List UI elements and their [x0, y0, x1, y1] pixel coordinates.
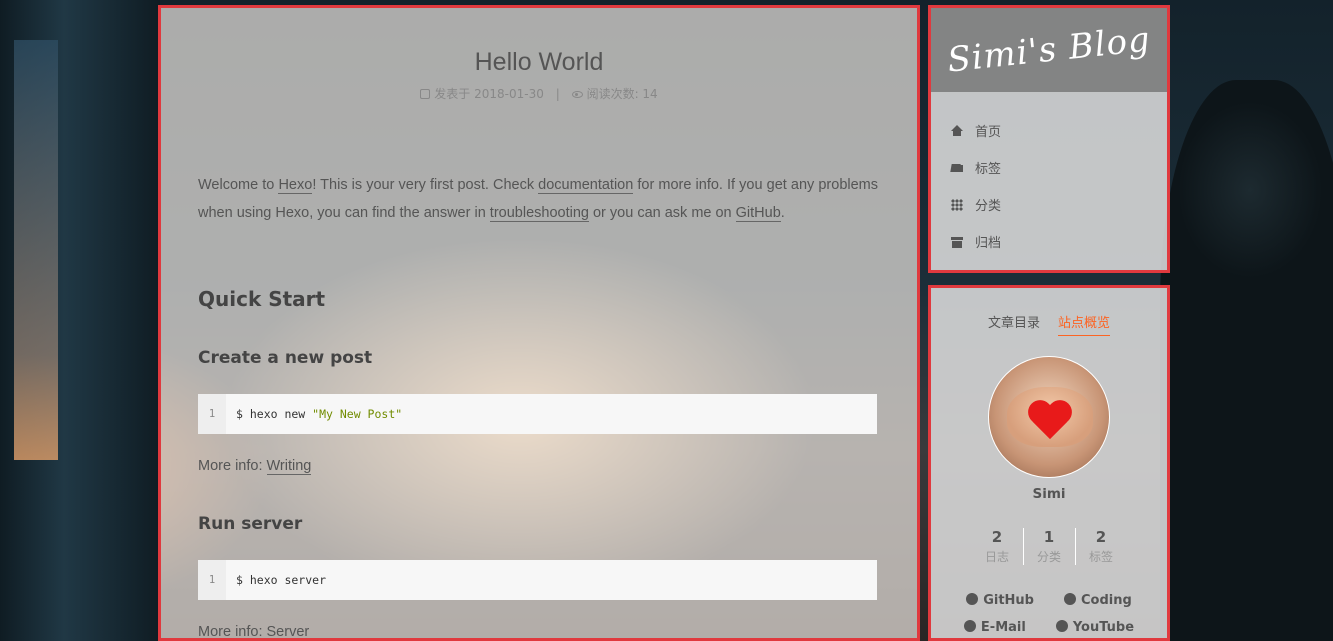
code-block-new-post: 1 $ hexo new "My New Post": [198, 394, 877, 434]
stat-posts[interactable]: 2 日志: [972, 528, 1023, 565]
intro-paragraph: Welcome to Hexo! This is your very first…: [198, 171, 878, 227]
menu-item-archives[interactable]: 归档: [931, 223, 1167, 260]
post-title[interactable]: Hello World: [161, 48, 917, 77]
social-link-coding[interactable]: Coding: [1063, 593, 1132, 608]
social-links: GitHub Coding: [931, 593, 1167, 608]
globe-icon: [1063, 593, 1076, 605]
code-line: $ hexo new "My New Post": [226, 407, 402, 421]
more-info-prefix: More info:: [198, 624, 267, 640]
code-command: $ hexo server: [236, 573, 327, 587]
stat-label: 标签: [1088, 550, 1113, 564]
calendar-icon: [420, 89, 431, 99]
stat-categories[interactable]: 1 分类: [1022, 528, 1075, 565]
menu-item-label: 标签: [975, 162, 1002, 177]
stat-number: 2: [1095, 528, 1107, 546]
sidebar-tabs: 文章目录 站点概览: [931, 312, 1167, 336]
menu-item-label: 分类: [975, 199, 1002, 214]
post-panel: Hello World 发表于 2018-01-30 | 阅读次数: 14 We…: [158, 5, 920, 641]
post-views: 阅读次数: 14: [586, 87, 658, 101]
site-stats: 2 日志 1 分类 2 标签: [931, 528, 1167, 565]
create-post-heading: Create a new post: [198, 348, 373, 368]
social-link-label: YouTube: [1072, 620, 1135, 635]
brand-header: Simi's Blog: [931, 8, 1167, 92]
post-meta: 发表于 2018-01-30 | 阅读次数: 14: [161, 85, 917, 102]
more-info-prefix: More info:: [198, 458, 267, 474]
code-block-server: 1 $ hexo server: [198, 560, 877, 600]
menu-item-home[interactable]: 首页: [931, 112, 1167, 149]
line-number: 1: [198, 560, 226, 600]
background-person: [1160, 80, 1333, 641]
intro-text-4: or you can ask me on: [588, 205, 736, 221]
social-link-label: E-Mail: [980, 620, 1026, 635]
youtube-icon: [1055, 620, 1068, 632]
author-name: Simi: [1032, 486, 1066, 502]
run-server-heading: Run server: [198, 514, 303, 534]
tab-toc[interactable]: 文章目录: [988, 312, 1040, 336]
background-window-pane: [14, 40, 58, 460]
quick-start-heading: Quick Start: [198, 287, 326, 311]
social-link-label: GitHub: [983, 593, 1034, 608]
github-link[interactable]: GitHub: [735, 205, 781, 222]
avatar: [988, 356, 1110, 478]
writing-link[interactable]: Writing: [266, 458, 312, 475]
code-command: $ hexo new: [236, 407, 313, 421]
site-title[interactable]: Simi's Blog: [945, 19, 1152, 80]
meta-separator: |: [555, 87, 560, 101]
home-icon: [951, 124, 963, 137]
stat-label: 日志: [984, 550, 1009, 564]
intro-text-1: Welcome to: [198, 177, 279, 193]
social-link-youtube[interactable]: YouTube: [1055, 620, 1135, 635]
stat-number: 1: [1043, 528, 1055, 546]
social-link-github[interactable]: GitHub: [966, 593, 1034, 608]
menu-item-tags[interactable]: 标签: [931, 149, 1167, 186]
menu-item-categories[interactable]: 分类: [931, 186, 1167, 223]
intro-text-2: ! This is your very first post. Check: [312, 177, 539, 193]
more-info-writing: More info: Writing: [198, 458, 312, 475]
code-string: "My New Post": [312, 407, 403, 421]
menu-item-label: 首页: [975, 125, 1002, 140]
more-info-server: More info: Server: [198, 624, 310, 640]
tags-icon: [951, 162, 963, 174]
eye-icon: [571, 91, 583, 98]
sidebar-brand-panel: Simi's Blog 首页 标签 分类 归档: [928, 5, 1170, 273]
github-icon: [966, 593, 979, 605]
post-body: Welcome to Hexo! This is your very first…: [198, 171, 878, 227]
social-link-label: Coding: [1080, 593, 1132, 608]
stat-tags[interactable]: 2 标签: [1074, 528, 1127, 565]
line-number: 1: [198, 394, 226, 434]
server-link[interactable]: Server: [266, 624, 310, 638]
menu-item-label: 归档: [975, 236, 1002, 251]
post-date: 发表于 2018-01-30: [434, 87, 544, 101]
social-link-email[interactable]: E-Mail: [963, 620, 1026, 635]
sidebar-overview-panel: 文章目录 站点概览 Simi 2 日志 1 分类 2 标签 GitHub Coding…: [928, 285, 1170, 641]
stat-number: 2: [991, 528, 1003, 546]
stat-label: 分类: [1036, 550, 1061, 564]
tab-overview[interactable]: 站点概览: [1058, 312, 1111, 336]
documentation-link[interactable]: documentation: [538, 177, 634, 194]
social-links-more: E-Mail YouTube: [931, 620, 1167, 635]
hexo-link[interactable]: Hexo: [278, 177, 313, 194]
grid-icon: [951, 198, 963, 211]
mail-icon: [963, 620, 976, 632]
intro-text-5: .: [780, 205, 785, 221]
heart-icon: [1026, 401, 1074, 445]
archive-icon: [951, 236, 963, 248]
site-menu: 首页 标签 分类 归档: [931, 92, 1167, 260]
troubleshooting-link[interactable]: troubleshooting: [489, 205, 589, 222]
